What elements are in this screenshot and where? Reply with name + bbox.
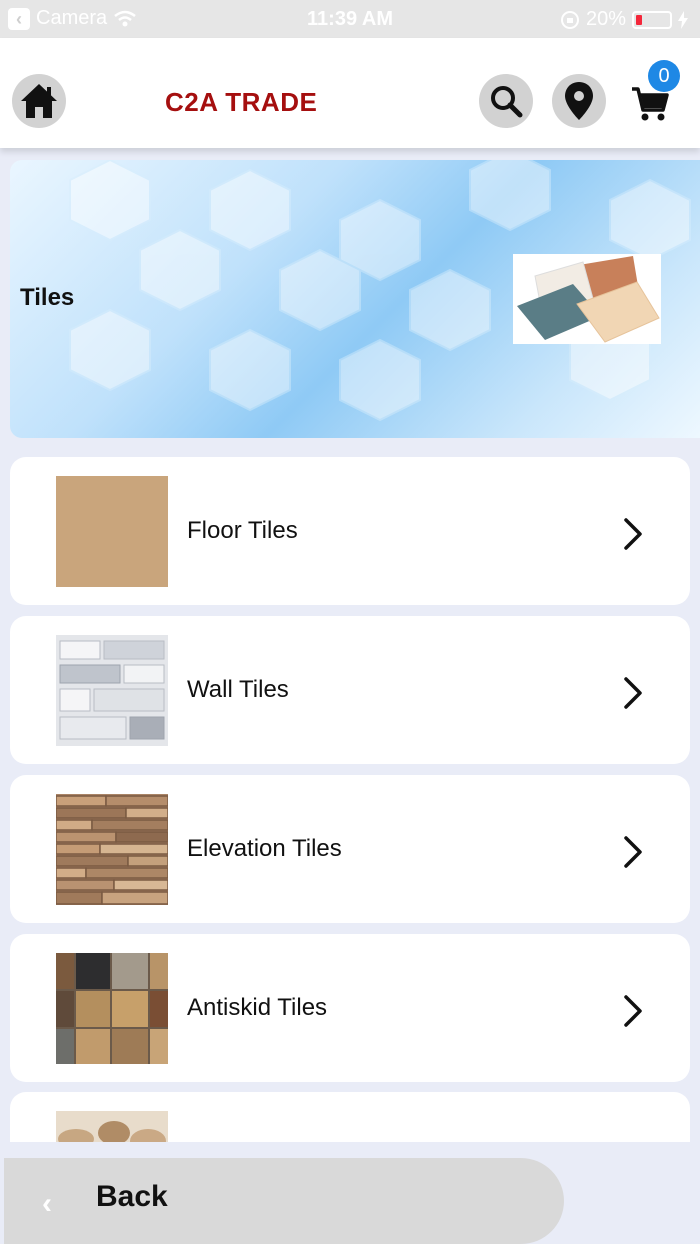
category-label: Antiskid Tiles bbox=[187, 994, 328, 1021]
status-bar: ‹ Camera 11:39 AM 20% bbox=[0, 0, 700, 38]
elevation-tiles-thumbnail bbox=[56, 794, 168, 905]
category-label: Floor Tiles bbox=[187, 517, 298, 544]
chevron-right-icon bbox=[624, 518, 642, 550]
location-pin-icon bbox=[565, 82, 593, 120]
category-banner: Tiles bbox=[10, 160, 700, 438]
orientation-lock-icon bbox=[560, 10, 579, 29]
chevron-left-icon: ‹ bbox=[42, 1187, 52, 1220]
location-button[interactable] bbox=[552, 74, 606, 128]
chevron-right-icon bbox=[624, 995, 642, 1027]
battery-level bbox=[636, 14, 642, 25]
category-item-elevation-tiles[interactable]: Elevation Tiles bbox=[10, 775, 690, 923]
banner-title: Tiles bbox=[20, 284, 75, 311]
category-item-floor-tiles[interactable]: Floor Tiles bbox=[10, 457, 690, 605]
chevron-right-icon bbox=[624, 677, 642, 709]
charging-icon bbox=[678, 10, 688, 29]
app-header: C2A TRADE 0 bbox=[0, 38, 700, 148]
tiles-banner-image bbox=[513, 254, 661, 344]
category-label: Wall Tiles bbox=[187, 676, 289, 703]
back-label: Back bbox=[96, 1180, 168, 1213]
search-icon bbox=[491, 86, 523, 118]
battery-icon bbox=[632, 10, 672, 29]
category-item-wall-tiles[interactable]: Wall Tiles bbox=[10, 616, 690, 764]
category-label: Elevation Tiles bbox=[187, 835, 342, 862]
home-button[interactable] bbox=[12, 74, 66, 128]
floor-tiles-thumbnail bbox=[56, 476, 168, 587]
cart-button[interactable] bbox=[630, 86, 676, 126]
battery-percent: 20% bbox=[585, 8, 626, 30]
wall-tiles-thumbnail bbox=[56, 635, 168, 746]
back-button[interactable]: ‹ Back bbox=[4, 1158, 564, 1244]
brand-title: C2A TRADE bbox=[165, 87, 318, 117]
home-icon bbox=[21, 84, 57, 118]
search-button[interactable] bbox=[479, 74, 533, 128]
antiskid-tiles-thumbnail bbox=[56, 953, 168, 1064]
cart-count-badge: 0 bbox=[648, 60, 680, 92]
bottom-bar: ‹ Back bbox=[0, 1142, 700, 1244]
status-right: 20% bbox=[560, 8, 688, 31]
chevron-right-icon bbox=[624, 836, 642, 868]
category-item-antiskid-tiles[interactable]: Antiskid Tiles bbox=[10, 934, 690, 1082]
